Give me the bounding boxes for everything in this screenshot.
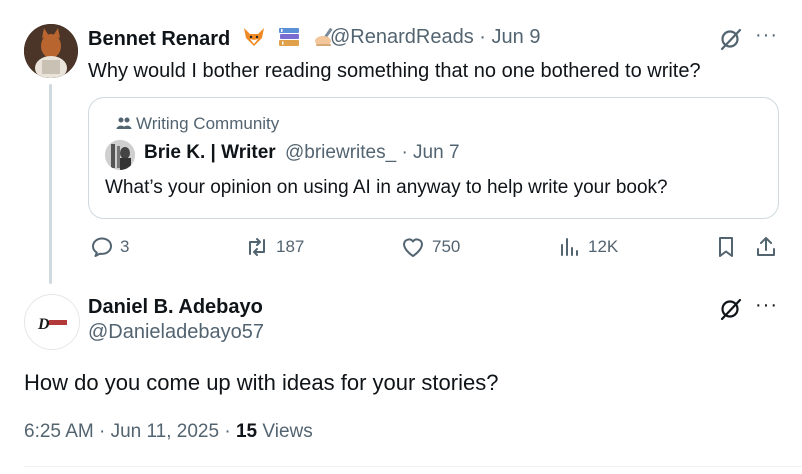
grok-icon[interactable] [719, 27, 743, 56]
avatar[interactable] [24, 24, 78, 78]
tweet-time[interactable]: 6:25 AM [24, 421, 94, 442]
repost-icon [249, 238, 265, 256]
author-handle-line[interactable]: @RenardReads · Jun 9 [330, 26, 540, 49]
share-icon [757, 237, 775, 256]
tweet-meta: 6:25 AM · Jun 11, 2025 · 15 Views [24, 421, 313, 442]
quoted-handle-line[interactable]: @briewrites_ · Jun 7 [285, 142, 460, 164]
like-count: 750 [432, 237, 461, 256]
bookmark-button[interactable] [714, 234, 738, 260]
share-button[interactable] [754, 234, 778, 260]
tweet-date[interactable]: Jun 11, 2025 [111, 421, 219, 442]
thread-line [49, 84, 52, 284]
reply-icon [92, 237, 112, 257]
heart-icon [403, 238, 423, 257]
quoted-avatar[interactable] [105, 140, 135, 170]
people-icon [116, 115, 132, 135]
fox-emoji-icon [242, 26, 266, 54]
books-emoji-icon [277, 26, 301, 54]
author-handle[interactable]: @Danieladebayo57 [88, 321, 264, 344]
avatar-logo-letter: D [37, 316, 50, 333]
reply-tweet-text: Why would I bother reading something tha… [88, 60, 701, 82]
bookmark-icon [719, 237, 733, 257]
community-label[interactable]: Writing Community [116, 114, 279, 135]
views-label: Views [262, 421, 313, 442]
repost-count: 187 [276, 237, 305, 256]
reply-button[interactable]: 3 [90, 234, 129, 260]
more-options-icon[interactable]: ··· [755, 24, 778, 47]
analytics-icon [561, 238, 578, 256]
like-button[interactable]: 750 [400, 234, 460, 260]
tweet-text: How do you come up with ideas for your s… [24, 370, 499, 395]
more-options-icon[interactable]: ··· [755, 294, 778, 317]
quoted-author-name[interactable]: Brie K. | Writer [144, 142, 276, 164]
divider [24, 466, 802, 467]
reply-count: 3 [120, 237, 130, 256]
views-button[interactable]: 12K [558, 234, 618, 260]
avatar[interactable]: D [24, 294, 80, 350]
quoted-tweet-text: What’s your opinion on using AI in anywa… [105, 177, 668, 198]
author-name[interactable]: Daniel B. Adebayo [88, 296, 263, 319]
repost-button[interactable]: 187 [244, 234, 304, 260]
views-count: 15 [235, 421, 258, 442]
grok-icon[interactable] [719, 297, 743, 326]
author-name[interactable]: Bennet Renard [88, 26, 337, 54]
view-count: 12K [588, 237, 619, 256]
